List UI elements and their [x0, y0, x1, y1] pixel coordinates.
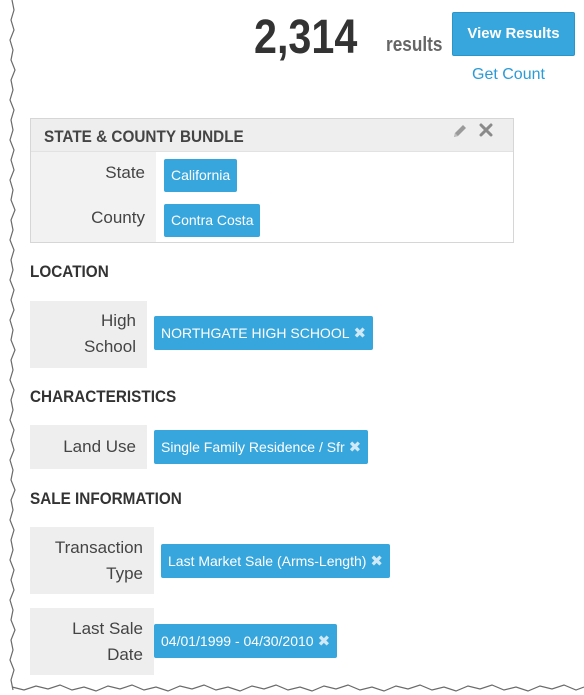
high-school-label-line1: High: [101, 311, 136, 330]
remove-x-icon[interactable]: ✖: [370, 545, 383, 579]
bundle-header: STATE & COUNTY BUNDLE: [31, 119, 513, 152]
land-use-label: Land Use: [30, 425, 147, 469]
county-value-chip[interactable]: Contra Costa: [164, 204, 261, 237]
state-value: California: [171, 167, 231, 183]
bundle-title: STATE & COUNTY BUNDLE: [44, 127, 244, 146]
state-value-chip[interactable]: California: [164, 159, 238, 192]
last-sale-date-value: 04/01/1999 - 04/30/2010: [161, 633, 314, 649]
last-sale-date-label-line1: Last Sale: [72, 619, 143, 638]
last-sale-date-label: Last Sale Date: [30, 608, 154, 675]
remove-x-icon[interactable]: ✖: [349, 431, 362, 465]
high-school-chip[interactable]: NORTHGATE HIGH SCHOOL ✖: [154, 316, 374, 351]
remove-x-icon[interactable]: ✖: [354, 317, 367, 351]
close-icon[interactable]: [479, 123, 493, 137]
search-criteria-panel: 2,314 results View Results Get Count STA…: [14, 0, 584, 686]
results-count: 2,314: [254, 11, 358, 64]
pencil-icon[interactable]: [450, 121, 470, 141]
land-use-value: Single Family Residence / Sfr: [161, 439, 345, 455]
bundle-body: State California County Contra Costa: [31, 152, 513, 242]
transaction-type-label-line1: Transaction: [54, 538, 143, 557]
last-sale-date-chip[interactable]: 04/01/1999 - 04/30/2010 ✖: [154, 624, 338, 659]
remove-x-icon[interactable]: ✖: [318, 625, 331, 659]
high-school-label-line2: School: [84, 337, 136, 356]
section-sale-information-title: SALE INFORMATION: [30, 489, 182, 508]
results-label: results: [386, 34, 443, 56]
transaction-type-chip[interactable]: Last Market Sale (Arms-Length) ✖: [161, 544, 390, 578]
transaction-type-value: Last Market Sale (Arms-Length): [168, 553, 367, 569]
transaction-type-label-line2: Type: [106, 564, 143, 583]
get-count-link[interactable]: Get Count: [472, 66, 545, 84]
land-use-chip[interactable]: Single Family Residence / Sfr ✖: [154, 430, 369, 465]
high-school-label: High School: [30, 301, 147, 368]
high-school-value: NORTHGATE HIGH SCHOOL: [161, 325, 350, 341]
county-value: Contra Costa: [171, 212, 254, 228]
state-county-bundle: STATE & COUNTY BUNDLE State California C…: [30, 118, 514, 243]
county-label: County: [91, 208, 145, 227]
view-results-button[interactable]: View Results: [452, 12, 575, 56]
section-location-title: LOCATION: [30, 262, 109, 281]
state-label: State: [105, 163, 145, 182]
section-characteristics-title: CHARACTERISTICS: [30, 387, 177, 406]
transaction-type-label: Transaction Type: [30, 527, 154, 594]
last-sale-date-label-line2: Date: [107, 645, 143, 664]
